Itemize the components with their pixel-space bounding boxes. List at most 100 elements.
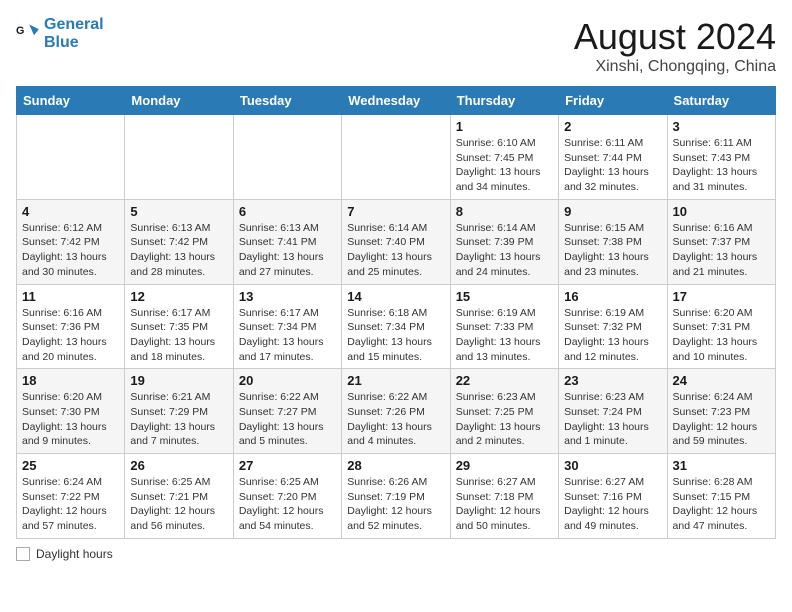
- day-info: Sunrise: 6:12 AM Sunset: 7:42 PM Dayligh…: [22, 221, 119, 280]
- day-number: 16: [564, 289, 661, 304]
- header: G General Blue August 2024 Xinshi, Chong…: [16, 16, 776, 76]
- day-cell: [17, 115, 125, 200]
- day-number: 3: [673, 119, 770, 134]
- day-number: 30: [564, 458, 661, 473]
- day-number: 12: [130, 289, 227, 304]
- day-info: Sunrise: 6:18 AM Sunset: 7:34 PM Dayligh…: [347, 306, 444, 365]
- day-info: Sunrise: 6:21 AM Sunset: 7:29 PM Dayligh…: [130, 390, 227, 449]
- day-number: 8: [456, 204, 553, 219]
- day-cell: 14 Sunrise: 6:18 AM Sunset: 7:34 PM Dayli…: [342, 284, 450, 369]
- day-cell: 29Sunrise: 6:27 AM Sunset: 7:18 PM Dayli…: [450, 454, 558, 539]
- day-cell: 15 Sunrise: 6:19 AM Sunset: 7:33 PM Dayli…: [450, 284, 558, 369]
- day-number: 15: [456, 289, 553, 304]
- day-header-saturday: Saturday: [667, 87, 775, 115]
- day-cell: 10 Sunrise: 6:16 AM Sunset: 7:37 PM Dayli…: [667, 199, 775, 284]
- day-info: Sunrise: 6:13 AM Sunset: 7:41 PM Dayligh…: [239, 221, 336, 280]
- day-header-wednesday: Wednesday: [342, 87, 450, 115]
- day-info: Sunrise: 6:20 AM Sunset: 7:31 PM Dayligh…: [673, 306, 770, 365]
- day-info: Sunrise: 6:14 AM Sunset: 7:40 PM Dayligh…: [347, 221, 444, 280]
- day-cell: 16 Sunrise: 6:19 AM Sunset: 7:32 PM Dayli…: [559, 284, 667, 369]
- day-cell: 11 Sunrise: 6:16 AM Sunset: 7:36 PM Dayli…: [17, 284, 125, 369]
- day-cell: 22 Sunrise: 6:23 AM Sunset: 7:25 PM Dayli…: [450, 369, 558, 454]
- day-number: 20: [239, 373, 336, 388]
- logo: G General Blue: [16, 16, 104, 51]
- day-cell: 28Sunrise: 6:26 AM Sunset: 7:19 PM Dayli…: [342, 454, 450, 539]
- legend-label: Daylight hours: [36, 547, 113, 561]
- day-cell: [125, 115, 233, 200]
- day-info: Sunrise: 6:24 AM Sunset: 7:23 PM Dayligh…: [673, 390, 770, 449]
- day-info: Sunrise: 6:28 AM Sunset: 7:15 PM Dayligh…: [673, 475, 770, 534]
- day-info: Sunrise: 6:26 AM Sunset: 7:19 PM Dayligh…: [347, 475, 444, 534]
- day-number: 21: [347, 373, 444, 388]
- day-cell: 18 Sunrise: 6:20 AM Sunset: 7:30 PM Dayli…: [17, 369, 125, 454]
- svg-text:G: G: [16, 25, 24, 37]
- day-number: 13: [239, 289, 336, 304]
- header-row: SundayMondayTuesdayWednesdayThursdayFrid…: [17, 87, 776, 115]
- week-row-0: 1 Sunrise: 6:10 AM Sunset: 7:45 PM Daylig…: [17, 115, 776, 200]
- day-number: 5: [130, 204, 227, 219]
- day-number: 14: [347, 289, 444, 304]
- day-number: 10: [673, 204, 770, 219]
- day-cell: 27Sunrise: 6:25 AM Sunset: 7:20 PM Dayli…: [233, 454, 341, 539]
- day-info: Sunrise: 6:15 AM Sunset: 7:38 PM Dayligh…: [564, 221, 661, 280]
- day-number: 29: [456, 458, 553, 473]
- day-cell: 17 Sunrise: 6:20 AM Sunset: 7:31 PM Dayli…: [667, 284, 775, 369]
- page-subtitle: Xinshi, Chongqing, China: [574, 58, 776, 76]
- page-title: August 2024: [574, 16, 776, 58]
- day-header-friday: Friday: [559, 87, 667, 115]
- day-number: 9: [564, 204, 661, 219]
- day-cell: 8 Sunrise: 6:14 AM Sunset: 7:39 PM Daylig…: [450, 199, 558, 284]
- week-row-2: 11 Sunrise: 6:16 AM Sunset: 7:36 PM Dayli…: [17, 284, 776, 369]
- day-cell: 23Sunrise: 6:23 AM Sunset: 7:24 PM Dayli…: [559, 369, 667, 454]
- day-number: 2: [564, 119, 661, 134]
- day-header-thursday: Thursday: [450, 87, 558, 115]
- day-number: 23: [564, 373, 661, 388]
- day-info: Sunrise: 6:24 AM Sunset: 7:22 PM Dayligh…: [22, 475, 119, 534]
- day-cell: 19 Sunrise: 6:21 AM Sunset: 7:29 PM Dayli…: [125, 369, 233, 454]
- day-info: Sunrise: 6:25 AM Sunset: 7:21 PM Dayligh…: [130, 475, 227, 534]
- day-cell: 25Sunrise: 6:24 AM Sunset: 7:22 PM Dayli…: [17, 454, 125, 539]
- day-number: 26: [130, 458, 227, 473]
- day-cell: 7 Sunrise: 6:14 AM Sunset: 7:40 PM Daylig…: [342, 199, 450, 284]
- day-number: 11: [22, 289, 119, 304]
- day-number: 4: [22, 204, 119, 219]
- day-cell: 13Sunrise: 6:17 AM Sunset: 7:34 PM Dayli…: [233, 284, 341, 369]
- day-header-monday: Monday: [125, 87, 233, 115]
- day-info: Sunrise: 6:10 AM Sunset: 7:45 PM Dayligh…: [456, 136, 553, 195]
- day-number: 31: [673, 458, 770, 473]
- logo-text: General Blue: [44, 16, 104, 51]
- day-cell: 4 Sunrise: 6:12 AM Sunset: 7:42 PM Daylig…: [17, 199, 125, 284]
- day-number: 24: [673, 373, 770, 388]
- day-info: Sunrise: 6:11 AM Sunset: 7:43 PM Dayligh…: [673, 136, 770, 195]
- day-number: 19: [130, 373, 227, 388]
- day-number: 17: [673, 289, 770, 304]
- title-area: August 2024 Xinshi, Chongqing, China: [574, 16, 776, 76]
- day-info: Sunrise: 6:14 AM Sunset: 7:39 PM Dayligh…: [456, 221, 553, 280]
- day-cell: 21Sunrise: 6:22 AM Sunset: 7:26 PM Dayli…: [342, 369, 450, 454]
- day-info: Sunrise: 6:20 AM Sunset: 7:30 PM Dayligh…: [22, 390, 119, 449]
- day-number: 18: [22, 373, 119, 388]
- day-info: Sunrise: 6:16 AM Sunset: 7:37 PM Dayligh…: [673, 221, 770, 280]
- day-cell: 2Sunrise: 6:11 AM Sunset: 7:44 PM Daylig…: [559, 115, 667, 200]
- day-header-tuesday: Tuesday: [233, 87, 341, 115]
- day-header-sunday: Sunday: [17, 87, 125, 115]
- day-number: 7: [347, 204, 444, 219]
- day-info: Sunrise: 6:17 AM Sunset: 7:35 PM Dayligh…: [130, 306, 227, 365]
- day-info: Sunrise: 6:19 AM Sunset: 7:33 PM Dayligh…: [456, 306, 553, 365]
- calendar-table: SundayMondayTuesdayWednesdayThursdayFrid…: [16, 86, 776, 539]
- week-row-3: 18 Sunrise: 6:20 AM Sunset: 7:30 PM Dayli…: [17, 369, 776, 454]
- legend-box: [16, 547, 30, 561]
- day-cell: 3 Sunrise: 6:11 AM Sunset: 7:43 PM Daylig…: [667, 115, 775, 200]
- day-info: Sunrise: 6:22 AM Sunset: 7:27 PM Dayligh…: [239, 390, 336, 449]
- day-cell: [233, 115, 341, 200]
- week-row-1: 4 Sunrise: 6:12 AM Sunset: 7:42 PM Daylig…: [17, 199, 776, 284]
- legend: Daylight hours: [16, 547, 776, 561]
- day-number: 22: [456, 373, 553, 388]
- day-cell: 26 Sunrise: 6:25 AM Sunset: 7:21 PM Dayli…: [125, 454, 233, 539]
- day-info: Sunrise: 6:16 AM Sunset: 7:36 PM Dayligh…: [22, 306, 119, 365]
- day-number: 27: [239, 458, 336, 473]
- day-info: Sunrise: 6:27 AM Sunset: 7:16 PM Dayligh…: [564, 475, 661, 534]
- day-number: 1: [456, 119, 553, 134]
- day-info: Sunrise: 6:23 AM Sunset: 7:25 PM Dayligh…: [456, 390, 553, 449]
- day-info: Sunrise: 6:19 AM Sunset: 7:32 PM Dayligh…: [564, 306, 661, 365]
